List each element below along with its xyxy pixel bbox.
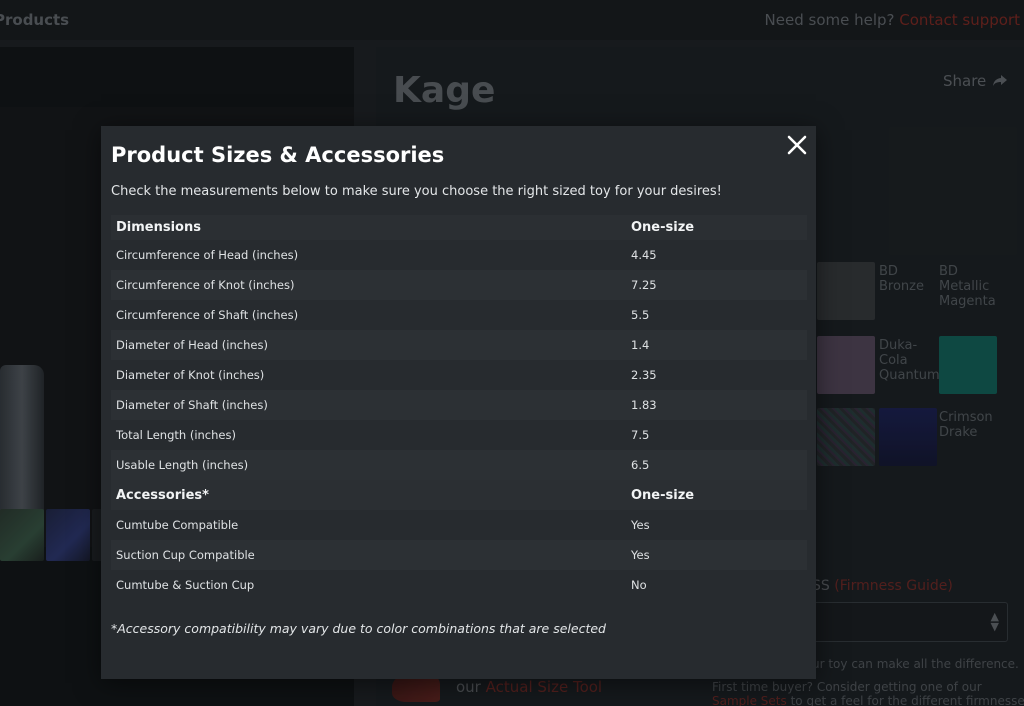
row-value: No (631, 578, 647, 592)
row-label: Diameter of Shaft (inches) (116, 398, 268, 412)
table-row: Usable Length (inches) 6.5 (111, 450, 807, 480)
row-label: Circumference of Shaft (inches) (116, 308, 299, 322)
table-row: Diameter of Knot (inches) 2.35 (111, 360, 807, 390)
row-value: Yes (631, 518, 650, 532)
close-icon (787, 135, 807, 155)
modal-subtitle: Check the measurements below to make sur… (111, 184, 722, 199)
row-label: Circumference of Knot (inches) (116, 278, 295, 292)
table-row: Diameter of Shaft (inches) 1.83 (111, 390, 807, 420)
row-label: Diameter of Knot (inches) (116, 368, 265, 382)
row-label: Cumtube & Suction Cup (116, 578, 255, 592)
row-value: 6.5 (631, 458, 650, 472)
row-value: 5.5 (631, 308, 650, 322)
row-label: Diameter of Head (inches) (116, 338, 268, 352)
spec-table: Dimensions One-size Circumference of Hea… (111, 215, 807, 600)
table-row: Circumference of Head (inches) 4.45 (111, 240, 807, 270)
table-row: Diameter of Head (inches) 1.4 (111, 330, 807, 360)
row-value: 1.4 (631, 338, 650, 352)
table-row: Cumtube & Suction Cup No (111, 570, 807, 600)
row-value: 7.5 (631, 428, 650, 442)
row-value: Yes (631, 548, 650, 562)
accessories-header-row: Accessories* One-size (111, 480, 807, 510)
table-row: Total Length (inches) 7.5 (111, 420, 807, 450)
row-label: Circumference of Head (inches) (116, 248, 299, 262)
row-value: 7.25 (631, 278, 657, 292)
row-label: Suction Cup Compatible (116, 548, 255, 562)
accessories-size-header: One-size (631, 487, 695, 503)
accessory-footnote: *Accessory compatibility may vary due to… (111, 621, 606, 636)
modal-title: Product Sizes & Accessories (111, 143, 445, 167)
row-label: Usable Length (inches) (116, 458, 249, 472)
sizes-modal: Product Sizes & Accessories Check the me… (101, 126, 816, 679)
accessories-header: Accessories* (116, 487, 209, 503)
table-row: Circumference of Shaft (inches) 5.5 (111, 300, 807, 330)
dimensions-header: Dimensions (116, 220, 201, 235)
table-row: Suction Cup Compatible Yes (111, 540, 807, 570)
table-row: Circumference of Knot (inches) 7.25 (111, 270, 807, 300)
table-row: Cumtube Compatible Yes (111, 510, 807, 540)
close-button[interactable] (785, 133, 809, 157)
row-value: 4.45 (631, 248, 657, 262)
dimensions-size-header: One-size (631, 220, 695, 235)
row-value: 2.35 (631, 368, 657, 382)
row-label: Cumtube Compatible (116, 518, 239, 532)
row-label: Total Length (inches) (116, 428, 236, 442)
row-value: 1.83 (631, 398, 657, 412)
dimensions-header-row: Dimensions One-size (111, 215, 807, 240)
